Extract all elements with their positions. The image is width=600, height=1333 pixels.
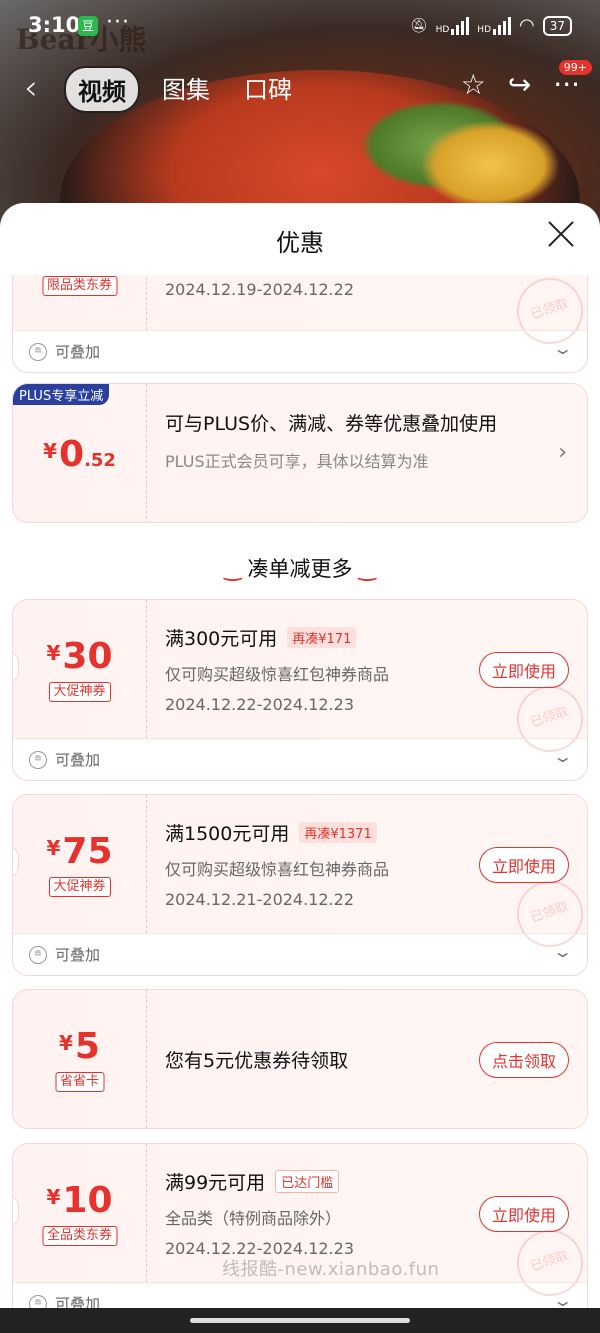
coupon-price: ¥10 [46, 1180, 113, 1221]
smile-left-icon: ‿ [224, 557, 242, 581]
coupon-subtitle: 全品类（特例商品除外） [165, 1209, 342, 1228]
claim-button[interactable]: 点击领取 [478, 1042, 569, 1078]
plus-price: ¥0.52 [43, 434, 116, 475]
coupon-title: 满1500元可用 [165, 823, 290, 845]
wifi-icon: ◠ [519, 15, 535, 36]
stack-row[interactable]: ≘ 可叠加 ⌄ [13, 933, 587, 975]
stack-icon: ≘ [29, 343, 47, 361]
coupon-left: 限品类东券 [13, 275, 147, 330]
plus-body: ¥0.52 PLUS专享立减 可与PLUS价、满减、券等优惠叠加使用 PLUS正… [13, 384, 587, 522]
tab-video[interactable]: 视频 [64, 66, 140, 113]
plus-subtitle: PLUS正式会员可享，具体以结算为准 [165, 452, 429, 471]
coupon-price: ¥5 [59, 1026, 100, 1067]
stack-icon: ≘ [29, 751, 47, 769]
coupon-info: 满1500元可用 再凑¥1371 仅可购买超级惊喜红包神券商品 2024.12.2… [165, 819, 467, 909]
discount-sheet: 优惠 限品类东券 2024.12.19-2024.12.22 已领取 ≘ 可叠加… [0, 203, 600, 1333]
use-now-button[interactable]: 立即使用 [478, 652, 569, 688]
stack-label: 可叠加 [55, 751, 101, 769]
home-indicator[interactable] [190, 1318, 410, 1323]
chevron-right-icon[interactable]: › [558, 440, 567, 465]
coupon-body: ¥30 大促神券 满300元可用 再凑¥171 仅可购买超级惊喜红包神券商品 20… [13, 600, 587, 761]
coupon-pill: 再凑¥171 [287, 627, 357, 648]
coupon-subtitle: 仅可购买超级惊喜红包神券商品 [165, 665, 390, 684]
coupon-card-partial: 限品类东券 2024.12.19-2024.12.22 已领取 ≘ 可叠加 ⌄ [12, 275, 588, 373]
status-indicators: 🔕︎ HD HD ◠ 37 [410, 15, 572, 36]
coupon-card: ¥30 大促神券 满300元可用 再凑¥171 仅可购买超级惊喜红包神券商品 20… [12, 599, 588, 781]
use-now-button[interactable]: 立即使用 [478, 847, 569, 883]
stack-label: 可叠加 [55, 946, 101, 964]
app-notification-icon: 豆 [78, 16, 98, 36]
use-now-button[interactable]: 立即使用 [478, 1196, 569, 1232]
chevron-down-icon[interactable]: ⌄ [552, 747, 573, 766]
status-time: 3:10 [28, 13, 81, 37]
coupon-title: 您有5元优惠券待领取 [165, 1050, 349, 1072]
stack-row[interactable]: ≘ 可叠加 ⌄ [13, 738, 587, 780]
coupon-left: ¥10 全品类东券 [13, 1144, 147, 1282]
media-tabs: 视频 图集 口碑 [64, 66, 304, 113]
battery-icon: 37 [542, 15, 572, 36]
coupon-card: ¥10 全品类东券 满99元可用 已达门槛 全品类（特例商品除外） 2024.12… [12, 1143, 588, 1325]
coupon-date: 2024.12.21-2024.12.22 [165, 890, 354, 909]
coupon-subtitle: 仅可购买超级惊喜红包神券商品 [165, 860, 390, 879]
coupon-tag: 全品类东券 [41, 1226, 118, 1246]
more-notifications-icon: ··· [106, 10, 130, 35]
plus-info: 可与PLUS价、满减、券等优惠叠加使用 PLUS正式会员可享，具体以结算为准 [165, 410, 527, 472]
tab-gallery[interactable]: 图集 [150, 66, 222, 113]
discount-list[interactable]: 限品类东券 2024.12.19-2024.12.22 已领取 ≘ 可叠加 ⌄ … [0, 275, 600, 1333]
signal-icon-2: HD [477, 16, 511, 35]
coupon-info: 满300元可用 再凑¥171 仅可购买超级惊喜红包神券商品 2024.12.22-… [165, 624, 467, 714]
status-bar: 3:10 豆 ··· 🔕︎ HD HD ◠ 37 [0, 0, 600, 52]
sheet-title: 优惠 [276, 229, 324, 257]
coupon-title: 满99元可用 [165, 1172, 266, 1194]
smile-right-icon: ‿ [358, 557, 376, 581]
share-icon[interactable]: ↪ [508, 68, 531, 101]
coupon-date: 2024.12.22-2024.12.23 [165, 695, 354, 714]
favorite-star-icon[interactable]: ☆ [461, 68, 486, 101]
system-home-bar [0, 1308, 600, 1333]
coupon-tag: 省省卡 [54, 1072, 105, 1092]
mute-icon: 🔕︎ [409, 17, 428, 34]
coupon-tag: 大促神券 [48, 877, 111, 897]
stack-row[interactable]: ≘ 可叠加 ⌄ [13, 330, 587, 372]
coupon-tag: 限品类东券 [41, 276, 118, 296]
plus-title: 可与PLUS价、满减、券等优惠叠加使用 [165, 413, 498, 435]
tab-reviews[interactable]: 口碑 [232, 66, 304, 113]
coupon-price: ¥75 [46, 831, 113, 872]
stack-label: 可叠加 [55, 343, 101, 361]
coupon-body: ¥75 大促神券 满1500元可用 再凑¥1371 仅可购买超级惊喜红包神券商品 … [13, 795, 587, 956]
coupon-price: ¥30 [46, 636, 113, 677]
back-icon[interactable]: ‹ [24, 68, 38, 108]
coupon-left: ¥75 大促神券 [13, 795, 147, 933]
close-icon[interactable] [546, 219, 576, 249]
coupon-body: ¥5 省省卡 您有5元优惠券待领取 点击领取 [13, 990, 587, 1128]
coupon-left: ¥5 省省卡 [13, 990, 147, 1128]
coupon-body: 限品类东券 2024.12.19-2024.12.22 已领取 [13, 275, 587, 353]
coupon-left: ¥30 大促神券 [13, 600, 147, 738]
top-nav: ‹ 视频 图集 口碑 ☆ ↪ ··· 99+ [0, 60, 600, 113]
coupon-title: 满300元可用 [165, 628, 278, 650]
coupon-card: ¥5 省省卡 您有5元优惠券待领取 点击领取 [12, 989, 588, 1129]
message-count-badge: 99+ [558, 60, 592, 75]
signal-icon-1: HD [436, 16, 470, 35]
chevron-down-icon[interactable]: ⌄ [552, 339, 573, 358]
section-title: ‿ 凑单减更多 ‿ [224, 557, 376, 581]
noodle-image [420, 120, 560, 210]
plus-badge: PLUS专享立减 [13, 384, 110, 405]
coupon-info: 满99元可用 已达门槛 全品类（特例商品除外） 2024.12.22-2024.1… [165, 1168, 467, 1258]
stack-icon: ≘ [29, 946, 47, 964]
coupon-card: ¥75 大促神券 满1500元可用 再凑¥1371 仅可购买超级惊喜红包神券商品 … [12, 794, 588, 976]
coupon-tag: 大促神券 [48, 682, 111, 702]
plus-discount-card[interactable]: ¥0.52 PLUS专享立减 可与PLUS价、满减、券等优惠叠加使用 PLUS正… [12, 383, 588, 523]
watermark-text: 线报酷-new.xianbao.fun [222, 1259, 440, 1280]
chevron-down-icon[interactable]: ⌄ [552, 942, 573, 961]
coupon-pill: 再凑¥1371 [299, 822, 377, 843]
coupon-pill: 已达门槛 [275, 1170, 340, 1193]
sheet-header: 优惠 [0, 203, 600, 275]
coupon-date: 2024.12.19-2024.12.22 [165, 280, 354, 299]
